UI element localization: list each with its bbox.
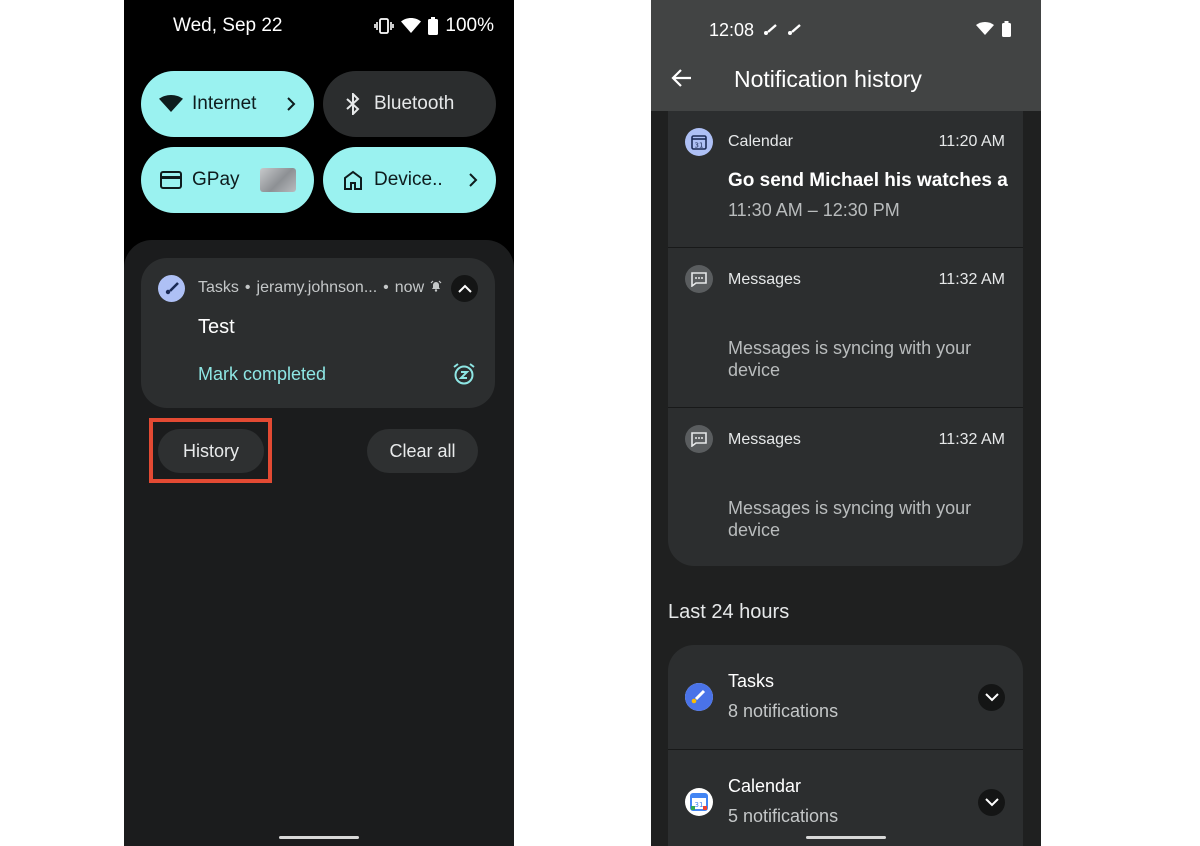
notification-time: now — [394, 279, 425, 296]
svg-text:31: 31 — [695, 801, 704, 809]
home-icon — [341, 168, 365, 192]
history-item-app: Calendar — [728, 133, 793, 150]
page-title: Notification history — [734, 66, 922, 92]
recent-notifications-group: 31 Calendar 11:20 AM Go send Michael his… — [668, 111, 1023, 566]
battery-icon — [428, 17, 439, 35]
tile-label: Internet — [192, 93, 257, 114]
mark-completed-action[interactable]: Mark completed — [198, 364, 326, 385]
chevron-down-icon — [984, 798, 999, 807]
tile-label: Bluetooth — [374, 93, 455, 114]
gesture-nav-bar[interactable] — [806, 836, 886, 839]
history-highlight-box — [149, 418, 272, 483]
tile-internet[interactable]: Internet — [141, 71, 314, 137]
notification-shade: Tasks • jeramy.johnson... • now Test Mar… — [124, 240, 514, 846]
battery-icon — [1002, 21, 1011, 42]
history-item-body: Messages is syncing with your device — [728, 338, 972, 380]
battery-percent: 100% — [445, 15, 494, 36]
tasks-status-icon — [786, 20, 802, 41]
chevron-right-icon — [468, 173, 478, 187]
chevron-down-icon — [984, 693, 999, 702]
tasks-check-icon — [158, 275, 185, 302]
wifi-icon — [976, 22, 994, 41]
gesture-nav-bar[interactable] — [279, 836, 359, 839]
history-item-messages[interactable]: Messages 11:32 AM Messages is syncing wi… — [668, 248, 1023, 407]
message-icon — [685, 425, 713, 453]
status-icons: 100% — [374, 15, 494, 37]
tasks-status-icon — [762, 20, 778, 41]
history-app-count: 8 notifications — [728, 701, 839, 721]
message-icon — [685, 265, 713, 293]
history-item-subtitle: 11:30 AM – 12:30 PM — [728, 200, 900, 220]
notification-account: jeramy.johnson... — [256, 279, 378, 296]
status-time: 12:08 — [709, 20, 802, 41]
quick-settings-screen: Wed, Sep 22 100% Internet Bluetooth GPay — [124, 0, 514, 846]
vibrate-icon — [374, 17, 395, 35]
history-app-count: 5 notifications — [728, 806, 839, 826]
history-item-calendar[interactable]: 31 Calendar 11:20 AM Go send Michael his… — [668, 111, 1023, 247]
back-arrow-icon[interactable] — [671, 67, 693, 89]
history-item-app: Messages — [728, 431, 801, 448]
tile-gpay[interactable]: GPay — [141, 147, 314, 213]
notification-app-name: Tasks — [198, 279, 239, 296]
tile-bluetooth[interactable]: Bluetooth — [323, 71, 496, 137]
history-item-time: 11:20 AM — [938, 133, 1005, 150]
history-item-time: 11:32 AM — [938, 271, 1005, 288]
history-app-name: Tasks — [728, 671, 775, 691]
history-item-time: 11:32 AM — [938, 431, 1005, 448]
alarm-bell-icon — [430, 279, 442, 297]
snooze-icon[interactable] — [452, 362, 476, 386]
tile-device-controls[interactable]: Device.. — [323, 147, 496, 213]
tile-label: GPay — [192, 169, 240, 190]
history-app-calendar[interactable]: 31 Calendar 5 notifications — [668, 750, 1023, 846]
clear-all-button[interactable]: Clear all — [367, 429, 478, 473]
payment-card-image — [260, 168, 296, 192]
app-bar: 12:08 Notification history — [651, 0, 1041, 111]
history-item-body: Messages is syncing with your device — [728, 498, 972, 540]
tasks-notification[interactable]: Tasks • jeramy.johnson... • now Test Mar… — [141, 258, 495, 408]
bluetooth-icon — [341, 92, 365, 116]
calendar-icon: 31 — [685, 128, 713, 156]
expand-button[interactable] — [978, 684, 1005, 711]
svg-text:31: 31 — [695, 142, 704, 150]
notification-header: Tasks • jeramy.johnson... • now — [198, 279, 442, 297]
wifi-icon — [401, 18, 422, 34]
notification-title: Test — [198, 316, 235, 338]
history-item-title: Go send Michael his watches an... — [728, 170, 1008, 191]
tile-label: Device.. — [374, 169, 443, 190]
status-date: Wed, Sep 22 — [173, 15, 283, 36]
notification-history-screen: 12:08 Notification history 31 Calendar 1… — [651, 0, 1041, 846]
chevron-right-icon — [286, 97, 296, 111]
tasks-check-icon — [685, 683, 713, 711]
section-title: Last 24 hours — [668, 601, 790, 623]
history-item-messages[interactable]: Messages 11:32 AM Messages is syncing wi… — [668, 408, 1023, 566]
history-app-tasks[interactable]: Tasks 8 notifications — [668, 645, 1023, 749]
expand-button[interactable] — [978, 789, 1005, 816]
wifi-icon — [159, 92, 183, 116]
google-calendar-icon: 31 — [685, 788, 713, 816]
last-24-hours-group: Tasks 8 notifications 31 Calendar 5 noti… — [668, 645, 1023, 846]
history-item-app: Messages — [728, 271, 801, 288]
status-icons — [976, 21, 1011, 42]
wallet-card-icon — [159, 168, 183, 192]
status-time-text: 12:08 — [709, 20, 755, 40]
history-app-name: Calendar — [728, 776, 802, 796]
collapse-notification-button[interactable] — [451, 275, 478, 302]
chevron-up-icon — [457, 284, 472, 293]
